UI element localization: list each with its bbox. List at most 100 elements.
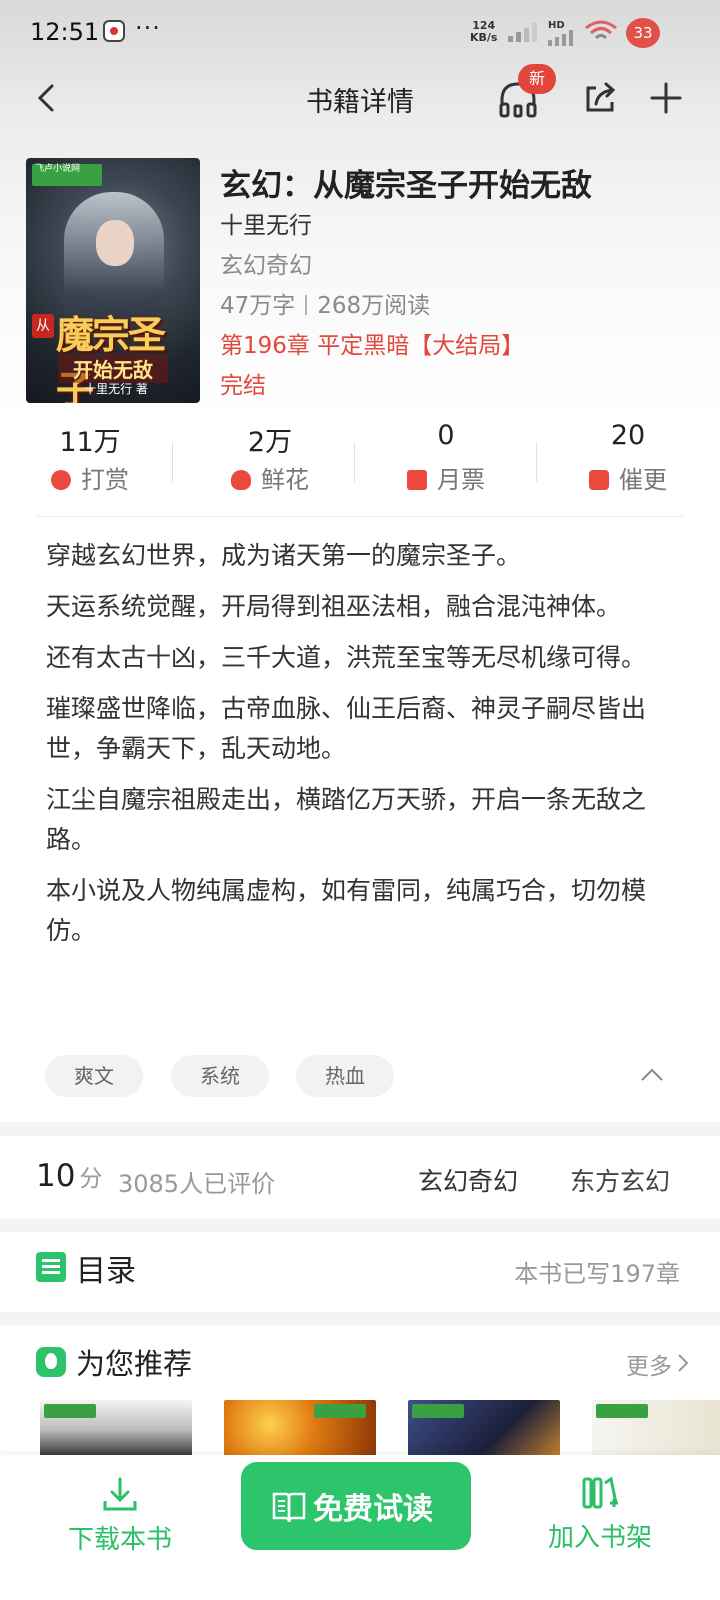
network-speed-unit: KB/s <box>470 31 498 44</box>
score: 10 分 <box>36 1158 102 1194</box>
description-paragraph: 天运系统觉醒，开局得到祖巫法相，融合混沌神体。 <box>46 592 622 621</box>
book-author[interactable]: 十里无行 <box>220 206 700 246</box>
section-gap <box>0 1312 720 1325</box>
stats-separator <box>305 295 308 315</box>
description-paragraph: 还有太古十凶，三千大道，洪荒至宝等无尽机缘可得。 <box>46 643 647 672</box>
cover-author: 十里无行 著 <box>84 382 148 396</box>
book-status: 完结 <box>220 373 266 399</box>
book-cover[interactable]: 飞卢小说网 从 魔宗圣子 开始无敌 十里无行 著 <box>26 158 200 403</box>
reward-icon <box>51 470 71 490</box>
reviewer-count: 3085人已评价 <box>118 1170 276 1198</box>
nav-bar: 书籍详情 新 <box>0 64 720 128</box>
stat-label: 月票 <box>437 466 485 494</box>
read-count: 268万阅读 <box>317 293 431 319</box>
urge-icon <box>589 470 609 490</box>
genre-primary[interactable]: 玄幻奇幻 <box>418 1162 518 1198</box>
cover-subtitle: 开始无敌 <box>58 354 168 383</box>
description-paragraph: 穿越玄幻世界，成为诸天第一的魔宗圣子。 <box>46 541 522 570</box>
description-paragraph: 璀璨盛世降临，古帝血脉、仙王后裔、神灵子嗣尽皆出世，争霸天下，乱天动地。 <box>46 694 647 763</box>
stat-reward[interactable]: 11万 打赏 <box>0 420 180 495</box>
flame-icon <box>36 1347 66 1377</box>
share-icon[interactable] <box>582 80 618 116</box>
recommend-book-cover[interactable] <box>40 1400 192 1460</box>
recommend-book-cover[interactable] <box>592 1400 720 1460</box>
score-value: 10 <box>36 1158 76 1194</box>
wifi-icon <box>585 20 617 40</box>
tag-chip[interactable]: 热血 <box>296 1055 394 1097</box>
stat-label-wrap: 鲜花 <box>180 460 360 495</box>
book-category[interactable]: 玄幻奇幻 <box>220 246 700 286</box>
recommend-title: 为您推荐 <box>76 1347 193 1381</box>
recommend-book-cover[interactable] <box>224 1400 376 1460</box>
catalog-title: 目录 <box>76 1254 136 1289</box>
rating-row[interactable]: 10 分 3085人已评价 玄幻奇幻 东方玄幻 <box>0 1136 720 1220</box>
stat-flower[interactable]: 2万 鲜花 <box>180 420 360 495</box>
signal-icon-2 <box>548 30 573 46</box>
stat-label: 鲜花 <box>261 466 309 494</box>
cover-site-logo: 飞卢小说网 <box>32 164 102 186</box>
word-count: 47万字 <box>220 293 296 319</box>
book-open-icon <box>272 1492 306 1523</box>
signal-icon <box>508 23 537 42</box>
recommend-section: 为您推荐 更多 <box>0 1325 720 1465</box>
status-bar: 12:51 ··· 124 KB/s HD 33 <box>0 0 720 68</box>
tag-chip[interactable]: 爽文 <box>45 1055 143 1097</box>
stat-label-wrap: 催更 <box>538 460 718 495</box>
chevron-up-icon[interactable] <box>640 1067 664 1083</box>
latest-chapter[interactable]: 第196章 平定黑暗【大结局】 <box>220 326 700 366</box>
add-to-shelf-label: 加入书架 <box>547 1523 652 1553</box>
more-notifications-icon: ··· <box>135 14 161 42</box>
status-time: 12:51 <box>30 18 100 46</box>
stat-label-wrap: 月票 <box>356 460 536 495</box>
book-description: 穿越玄幻世界，成为诸天第一的魔宗圣子。 天运系统觉醒，开局得到祖巫法相，融合混沌… <box>46 536 666 962</box>
section-gap <box>0 1219 720 1232</box>
book-info: 玄幻：从魔宗圣子开始无敌 十里无行 玄幻奇幻 47万字 268万阅读 第196章 … <box>220 160 700 406</box>
stat-divider <box>354 442 355 482</box>
flower-icon <box>231 470 251 490</box>
more-link[interactable]: 更多 <box>626 1347 672 1381</box>
stat-label-wrap: 打赏 <box>0 460 180 495</box>
tag-list: 爽文 系统 热血 <box>45 1055 685 1099</box>
stat-value: 20 <box>610 420 646 451</box>
cover-site-logo <box>314 1404 366 1418</box>
book-stats: 47万字 268万阅读 <box>220 286 700 326</box>
bottom-action-bar: 下载本书 免费试读 加入书架 <box>0 1455 720 1600</box>
divider <box>36 516 684 517</box>
chevron-right-icon[interactable] <box>676 1353 690 1373</box>
stats-row: 11万 打赏 2万 鲜花 0 月票 20 催更 <box>0 420 720 510</box>
download-label: 下载本书 <box>67 1525 172 1555</box>
book-title: 玄幻：从魔宗圣子开始无敌 <box>220 168 592 204</box>
free-read-label: 免费试读 <box>313 1492 433 1527</box>
chapter-count: 本书已写197章 <box>514 1260 680 1288</box>
add-icon[interactable] <box>648 80 684 116</box>
section-gap <box>0 1122 720 1136</box>
tag-chip[interactable]: 系统 <box>171 1055 269 1097</box>
cover-site-logo <box>596 1404 648 1418</box>
catalog-icon <box>36 1252 66 1282</box>
cover-site-logo <box>412 1404 464 1418</box>
description-paragraph: 江尘自魔宗祖殿走出，横踏亿万天骄，开启一条无敌之路。 <box>46 785 647 854</box>
stat-divider <box>172 442 173 482</box>
stat-value: 2万 <box>247 427 293 458</box>
cover-face <box>96 220 134 266</box>
stat-ticket[interactable]: 0 月票 <box>356 420 536 495</box>
score-unit: 分 <box>79 1166 103 1192</box>
description-paragraph: 本小说及人物纯属虚构，如有雷同，纯属巧合，切勿模仿。 <box>46 876 647 945</box>
bookshelf-icon <box>582 1476 618 1509</box>
battery-indicator: 33 <box>626 18 660 48</box>
download-button[interactable]: 下载本书 <box>40 1465 200 1565</box>
stat-urge[interactable]: 20 催更 <box>538 420 718 495</box>
stat-label: 打赏 <box>81 466 129 494</box>
stat-value: 11万 <box>59 427 121 458</box>
network-speed: 124 KB/s <box>470 20 497 44</box>
stat-value: 0 <box>437 420 455 451</box>
catalog-row[interactable]: 目录 本书已写197章 <box>0 1232 720 1312</box>
ticket-icon <box>407 470 427 490</box>
notification-app-icon <box>103 20 125 42</box>
stat-divider <box>536 442 537 482</box>
free-read-button[interactable]: 免费试读 <box>241 1462 471 1550</box>
stat-label: 催更 <box>619 466 667 494</box>
add-to-shelf-button[interactable]: 加入书架 <box>520 1465 680 1565</box>
genre-secondary[interactable]: 东方玄幻 <box>570 1162 670 1198</box>
recommend-book-cover[interactable] <box>408 1400 560 1460</box>
